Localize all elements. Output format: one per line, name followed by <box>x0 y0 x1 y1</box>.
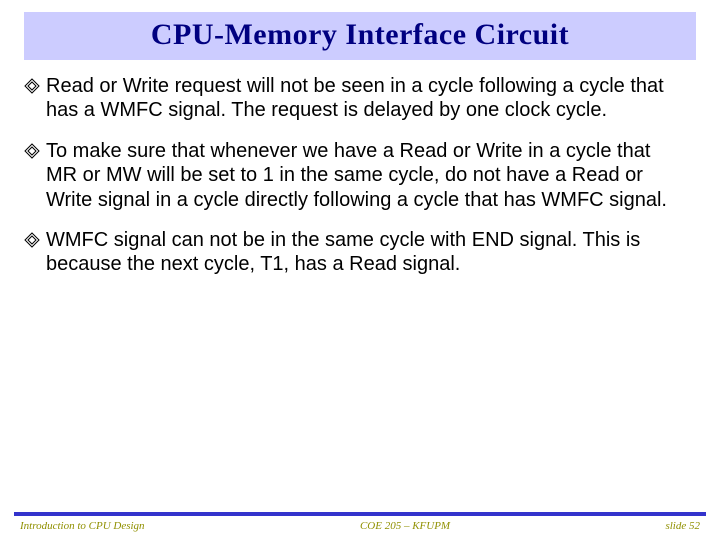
bullet-text: Read or Write request will not be seen i… <box>46 74 678 123</box>
slide-footer: Introduction to CPU Design COE 205 – KFU… <box>0 512 720 540</box>
slide-body: Read or Write request will not be seen i… <box>0 70 720 277</box>
footer-divider <box>14 512 706 516</box>
slide-title: CPU-Memory Interface Circuit <box>34 18 686 52</box>
footer-center: COE 205 – KFUPM <box>360 520 450 532</box>
footer-right: slide 52 <box>665 520 700 532</box>
bullet-item: Read or Write request will not be seen i… <box>42 74 678 123</box>
bullet-text: To make sure that whenever we have a Rea… <box>46 139 678 212</box>
footer-left: Introduction to CPU Design <box>20 520 145 532</box>
diamond-bullet-icon <box>24 232 40 248</box>
bullet-item: To make sure that whenever we have a Rea… <box>42 139 678 212</box>
slide-title-bar: CPU-Memory Interface Circuit <box>24 12 696 60</box>
bullet-item: WMFC signal can not be in the same cycle… <box>42 228 678 277</box>
diamond-bullet-icon <box>24 78 40 94</box>
bullet-text: WMFC signal can not be in the same cycle… <box>46 228 678 277</box>
footer-row: Introduction to CPU Design COE 205 – KFU… <box>20 520 700 532</box>
diamond-bullet-icon <box>24 143 40 159</box>
